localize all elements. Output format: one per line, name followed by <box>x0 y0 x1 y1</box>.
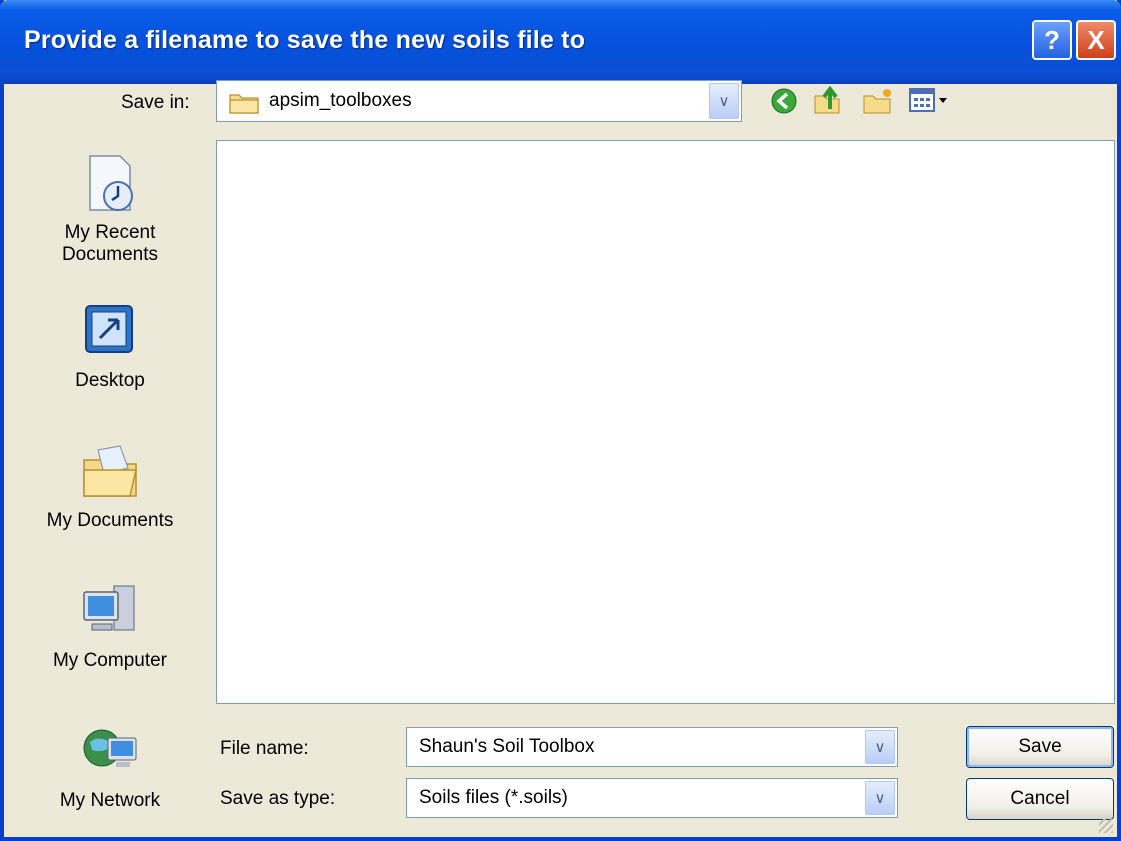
file-name-value: Shaun's Soil Toolbox <box>419 736 595 757</box>
my-computer-icon <box>78 580 142 644</box>
places-item-my-network[interactable]: My Network <box>14 720 206 812</box>
new-folder-icon[interactable] <box>862 86 894 121</box>
folder-icon <box>229 90 259 119</box>
title-bar[interactable]: Provide a filename to save the new soils… <box>0 0 1121 84</box>
chevron-down-icon[interactable]: ∨ <box>865 781 895 815</box>
save-as-type-value: Soils files (*.soils) <box>419 787 568 808</box>
places-bar: My Recent Documents Desktop My Documents… <box>14 140 206 826</box>
cancel-button[interactable]: Cancel <box>966 778 1114 820</box>
save-button[interactable]: Save <box>966 726 1114 768</box>
close-icon: X <box>1087 24 1105 55</box>
chevron-down-icon[interactable]: ∨ <box>865 730 895 764</box>
places-item-my-computer[interactable]: My Computer <box>14 580 206 672</box>
my-documents-icon <box>78 440 142 504</box>
file-list[interactable] <box>216 140 1115 704</box>
save-in-value: apsim_toolboxes <box>269 90 412 111</box>
places-item-my-documents[interactable]: My Documents <box>14 440 206 532</box>
save-in-dropdown[interactable]: apsim_toolboxes ∨ <box>216 80 742 122</box>
back-arrow-icon[interactable] <box>770 87 798 120</box>
desktop-icon <box>78 300 142 364</box>
my-network-icon <box>78 720 142 784</box>
close-button[interactable]: X <box>1076 20 1116 60</box>
save-as-type-dropdown[interactable]: Soils files (*.soils) ∨ <box>406 778 898 818</box>
file-name-label: File name: <box>220 738 309 759</box>
resize-grip[interactable] <box>1099 819 1113 833</box>
file-name-input[interactable]: Shaun's Soil Toolbox ∨ <box>406 727 898 767</box>
places-item-desktop[interactable]: Desktop <box>14 300 206 392</box>
save-as-type-label: Save as type: <box>220 788 336 809</box>
save-dialog: Provide a filename to save the new soils… <box>0 0 1121 841</box>
up-folder-icon[interactable] <box>812 84 844 121</box>
save-in-label: Save in: <box>121 92 190 113</box>
dialog-title: Provide a filename to save the new soils… <box>24 26 586 54</box>
help-button[interactable]: ? <box>1032 20 1072 60</box>
chevron-down-icon[interactable]: ∨ <box>709 83 739 119</box>
recent-documents-icon <box>78 152 142 216</box>
views-menu-icon[interactable] <box>908 86 950 119</box>
help-icon: ? <box>1044 24 1060 55</box>
places-item-recent[interactable]: My Recent Documents <box>14 152 206 266</box>
